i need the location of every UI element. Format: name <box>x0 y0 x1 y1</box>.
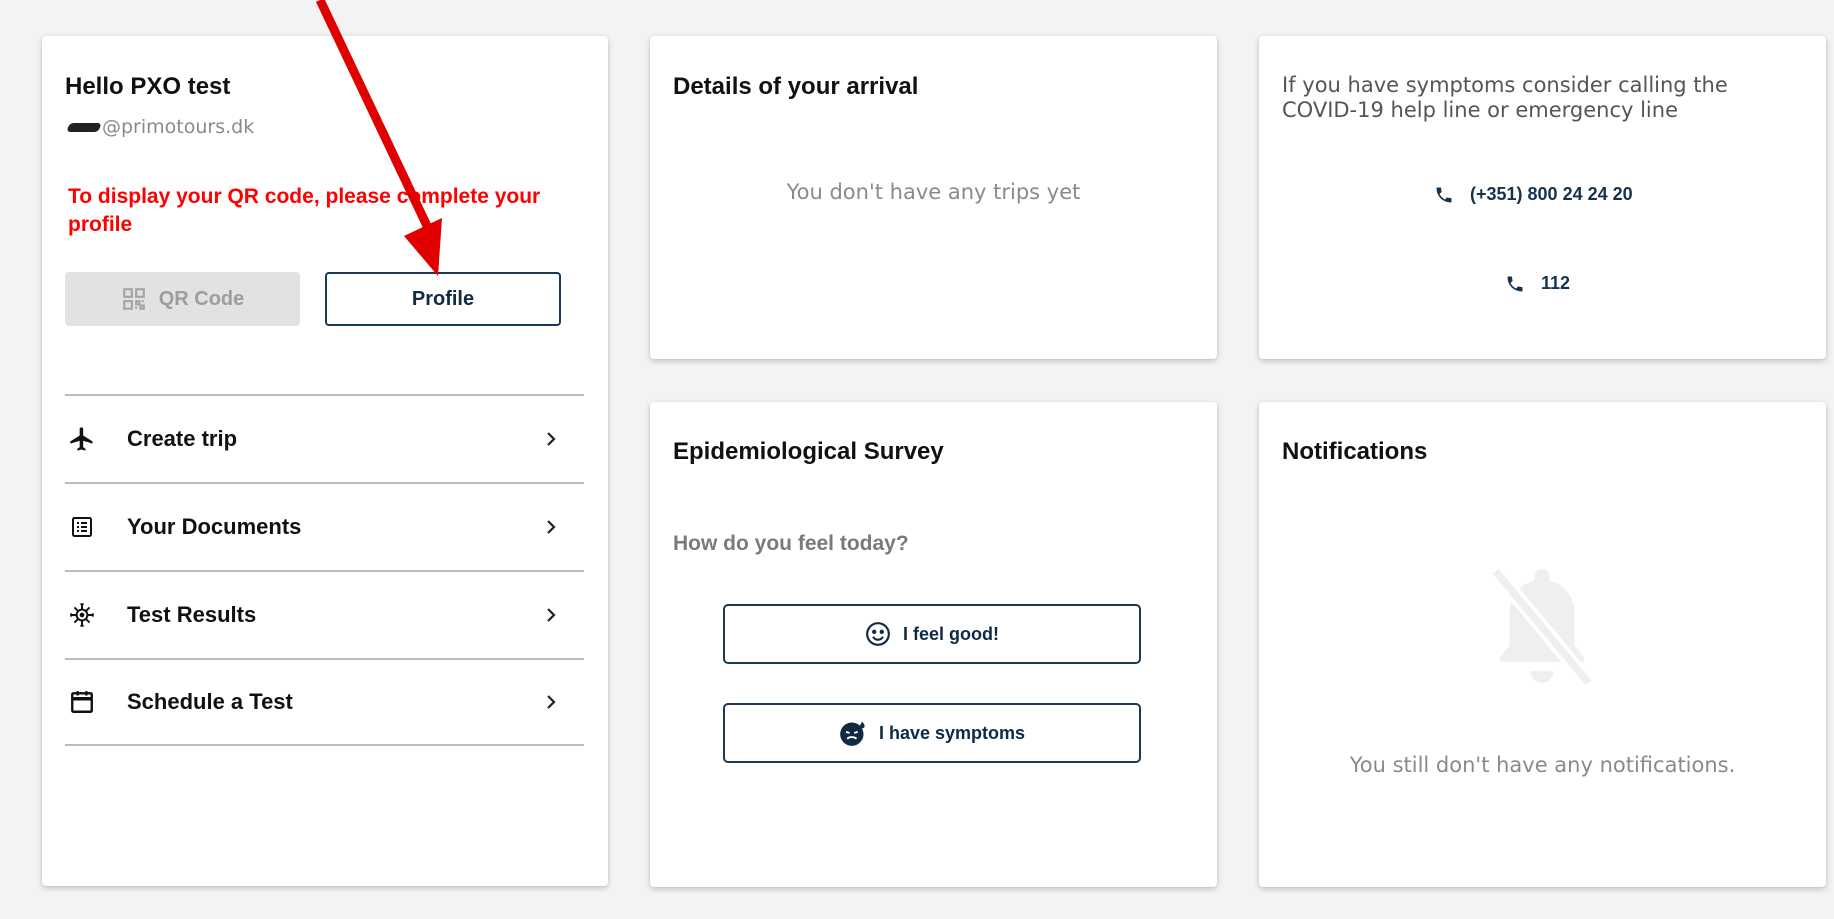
chevron-right-icon <box>547 520 556 534</box>
menu-item-test-results[interactable]: Test Results <box>65 570 584 658</box>
survey-card: Epidemiological Survey How do you feel t… <box>650 402 1217 887</box>
arrival-title: Details of your arrival <box>673 73 919 100</box>
notifications-title: Notifications <box>1282 438 1428 465</box>
menu-item-your-documents[interactable]: Your Documents <box>65 482 584 570</box>
survey-question: How do you feel today? <box>673 532 909 555</box>
phone-icon <box>1436 187 1452 202</box>
menu-item-schedule-test[interactable]: Schedule a Test <box>65 658 584 746</box>
chevron-right-icon <box>547 695 556 709</box>
menu-item-label: Create trip <box>127 426 238 451</box>
phone-icon <box>1507 276 1523 291</box>
menu-item-label: Schedule a Test <box>127 689 293 714</box>
user-email: @primotours.dk <box>66 116 255 138</box>
profile-button[interactable]: Profile <box>325 272 561 326</box>
menu-item-label: Your Documents <box>127 514 302 539</box>
help-line-card: If you have symptoms consider calling th… <box>1259 36 1826 359</box>
have-symptoms-label: I have symptoms <box>878 722 1026 743</box>
profile-warning: To display your QR code, please complete… <box>68 185 541 236</box>
emergency-number: 112 <box>1541 273 1571 293</box>
redaction-mark <box>66 122 102 132</box>
chevron-right-icon <box>547 432 556 446</box>
document-list-icon <box>68 513 96 541</box>
sick-face-icon <box>840 721 865 746</box>
survey-title: Epidemiological Survey <box>673 438 944 465</box>
feel-good-button[interactable]: I feel good! <box>723 604 1141 664</box>
arrival-card: Details of your arrival You don't have a… <box>650 36 1217 359</box>
chevron-right-icon <box>547 608 556 622</box>
bell-off-icon <box>1489 566 1595 688</box>
qr-code-label: QR Code <box>158 287 245 310</box>
helpline-phone-link[interactable]: (+351) 800 24 24 20 <box>1434 184 1633 205</box>
airplane-icon <box>68 425 96 453</box>
qr-code-button[interactable]: QR Code <box>65 272 300 326</box>
helpline-number: (+351) 800 24 24 20 <box>1470 184 1633 204</box>
qr-code-icon <box>122 288 145 310</box>
menu-item-label: Test Results <box>127 602 257 627</box>
user-menu: Create trip Your Documents Test Results <box>65 394 584 746</box>
help-line-text: If you have symptoms consider calling th… <box>1282 73 1728 122</box>
greeting-title: Hello PXO test <box>65 73 231 100</box>
no-trips-text: You don't have any trips yet <box>786 180 1081 204</box>
virus-icon <box>68 601 96 629</box>
have-symptoms-button[interactable]: I have symptoms <box>723 703 1141 763</box>
user-card: Hello PXO test @primotours.dk To display… <box>42 36 608 886</box>
email-text: @primotours.dk <box>102 116 255 138</box>
notifications-card: Notifications You still don't have any n… <box>1259 402 1826 887</box>
feel-good-label: I feel good! <box>903 623 999 644</box>
calendar-icon <box>68 688 96 716</box>
smiley-icon <box>866 622 890 646</box>
emergency-phone-link[interactable]: 112 <box>1505 273 1570 294</box>
no-notifications-text: You still don't have any notifications. <box>1349 753 1736 777</box>
menu-item-create-trip[interactable]: Create trip <box>65 394 584 482</box>
